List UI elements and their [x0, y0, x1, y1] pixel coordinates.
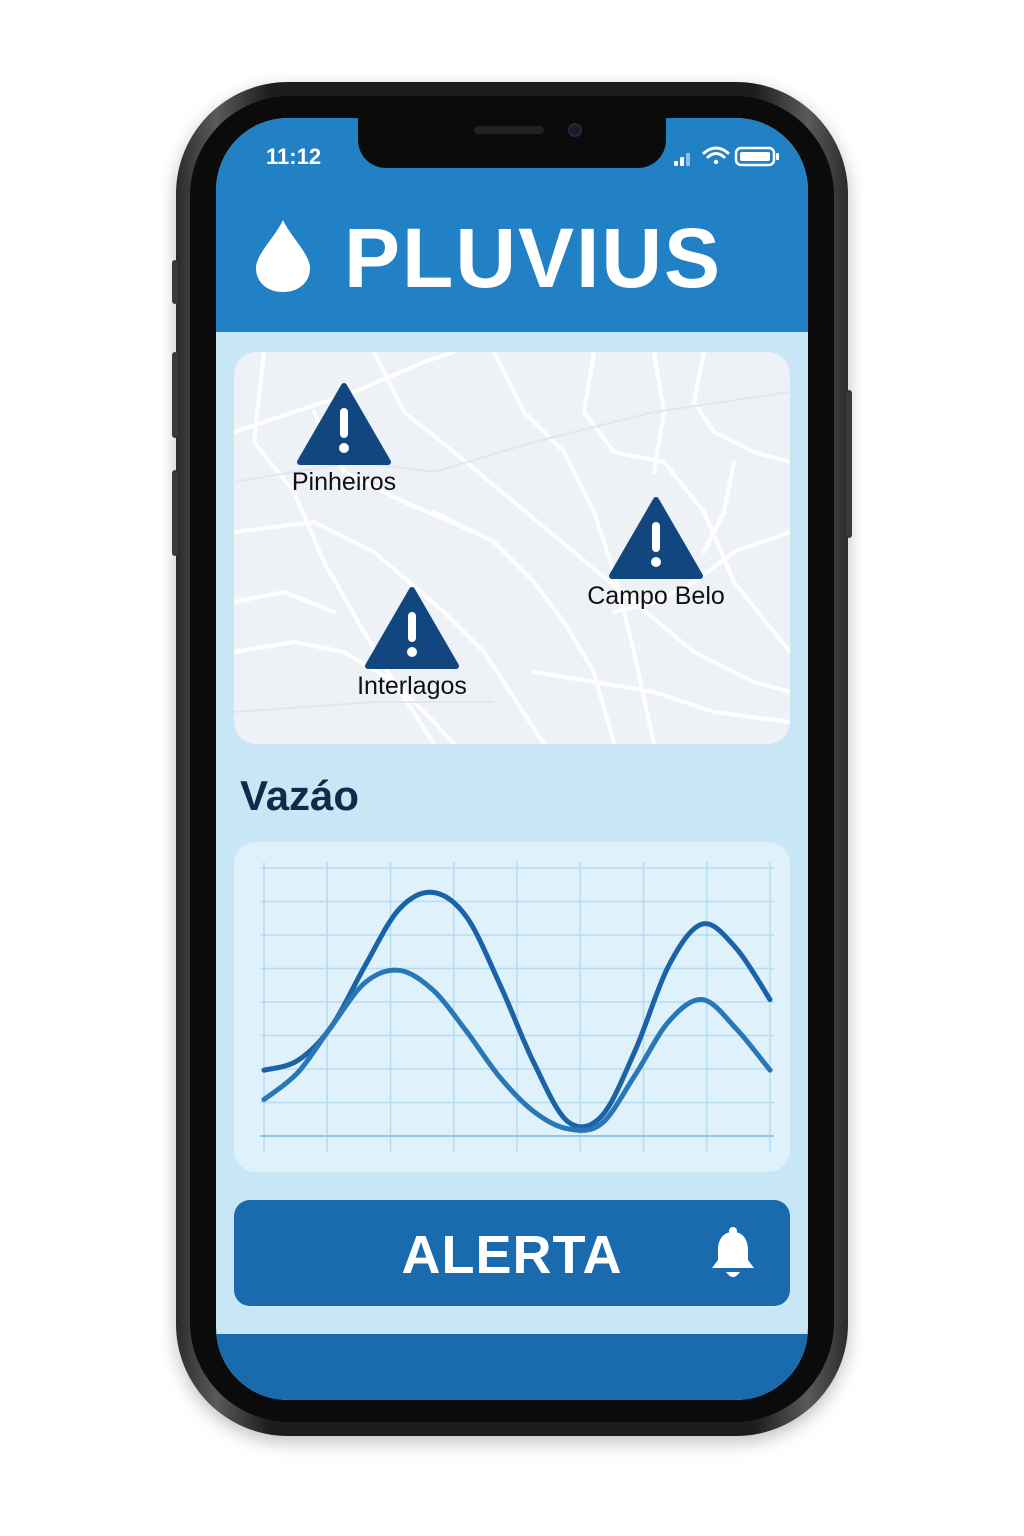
alert-map[interactable]: Pinheiros Campo Belo Interlagos	[234, 352, 790, 744]
flow-chart-card	[234, 842, 790, 1172]
earpiece-speaker	[474, 126, 544, 134]
map-marker-interlagos[interactable]: Interlagos	[338, 586, 486, 701]
warning-triangle-icon	[365, 587, 459, 669]
marker-label: Pinheiros	[291, 468, 397, 496]
app-header: 11:12 PLUVIUS	[216, 118, 808, 332]
status-icons	[674, 144, 784, 168]
app-screen: 11:12 PLUVIUS Pinheiros Campo Belo Inter…	[216, 118, 808, 1400]
flow-chart	[260, 862, 774, 1152]
marker-label: Campo Belo	[587, 582, 725, 610]
volume-up-button	[172, 352, 178, 438]
water-drop-icon	[256, 220, 310, 292]
bell-icon	[712, 1227, 754, 1277]
warning-triangle-icon	[297, 383, 391, 465]
app-title: PLUVIUS	[344, 211, 723, 305]
warning-triangle-icon	[609, 497, 703, 579]
map-marker-campo-belo[interactable]: Campo Belo	[566, 496, 746, 611]
map-marker-pinheiros[interactable]: Pinheiros	[274, 382, 414, 497]
marker-label: Interlagos	[357, 672, 467, 700]
volume-down-button	[172, 470, 178, 556]
notch	[358, 118, 666, 168]
alert-button[interactable]: ALERTA	[234, 1200, 790, 1306]
mute-switch	[172, 260, 178, 304]
battery-icon	[734, 146, 779, 167]
wifi-icon	[702, 146, 730, 165]
alert-button-label: ALERTA	[401, 1225, 623, 1285]
chart-grid	[260, 862, 774, 1152]
phone-frame: 11:12 PLUVIUS Pinheiros Campo Belo Inter…	[172, 82, 852, 1436]
bottom-bar	[216, 1334, 808, 1400]
front-camera	[568, 123, 582, 137]
flow-section-title: Vazáo	[240, 772, 360, 819]
power-button	[846, 390, 852, 538]
signal-icon	[674, 153, 690, 166]
status-time: 11:12	[266, 144, 322, 169]
